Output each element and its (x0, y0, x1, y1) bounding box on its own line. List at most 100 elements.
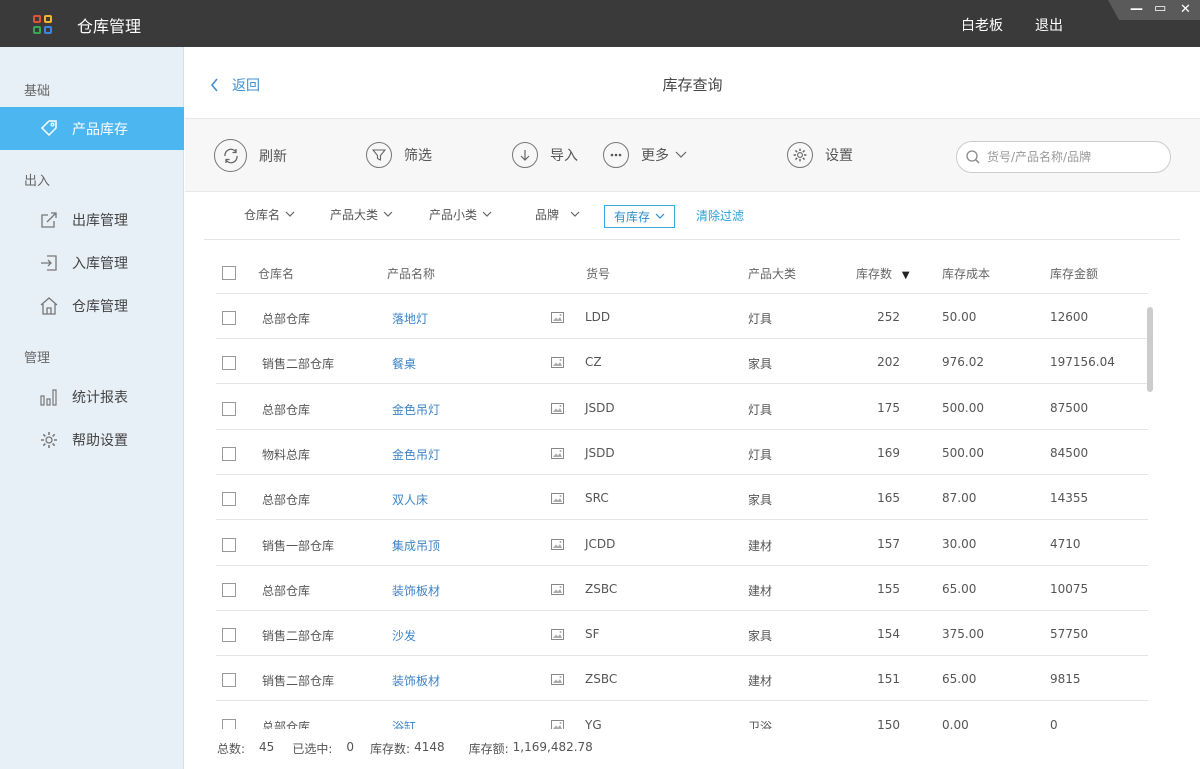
cell-cost: 65.00 (942, 581, 977, 596)
sidebar-item-label: 仓库管理 (72, 298, 128, 315)
user-name[interactable]: 白老板 (961, 15, 1003, 35)
sidebar-item-inbound[interactable]: 入库管理 (0, 241, 184, 284)
row-checkbox[interactable] (222, 537, 236, 552)
filter-button[interactable]: 筛选 (366, 142, 432, 168)
table-row[interactable]: 总部仓库 落地灯 LDD 灯具 252 50.00 12600 (216, 294, 1148, 339)
row-checkbox[interactable] (222, 718, 236, 729)
settings-button[interactable]: 设置 (787, 142, 853, 168)
filter-brand[interactable]: 品牌 (535, 206, 580, 223)
cell-warehouse: 销售一部仓库 (262, 538, 335, 553)
cell-product[interactable]: 集成吊顶 (392, 537, 440, 554)
filter-category[interactable]: 产品大类 (330, 206, 393, 223)
table-row[interactable]: 总部仓库 浴缸 YG 卫浴 150 0.00 0 (216, 702, 1148, 729)
image-icon[interactable] (551, 719, 564, 729)
col-cost[interactable]: 库存成本 (942, 265, 990, 282)
select-all-checkbox[interactable] (222, 266, 236, 280)
cell-stock: 157 (877, 536, 900, 551)
search-input[interactable] (987, 150, 1167, 164)
col-product[interactable]: 产品名称 (387, 265, 435, 282)
image-icon[interactable] (551, 357, 564, 369)
cell-product[interactable]: 沙发 (392, 627, 416, 644)
sidebar-item-product-stock[interactable]: 产品库存 (0, 107, 184, 150)
filter-warehouse[interactable]: 仓库名 (244, 206, 295, 223)
cell-product[interactable]: 落地灯 (392, 310, 428, 327)
col-sku[interactable]: 货号 (586, 265, 610, 282)
clear-filter-link[interactable]: 清除过滤 (696, 207, 744, 224)
filter-in-stock[interactable]: 有库存 (604, 205, 676, 228)
image-icon[interactable] (551, 312, 564, 323)
more-button[interactable]: 更多 (603, 142, 687, 168)
table-row[interactable]: 物料总库 金色吊灯 JSDD 灯具 169 500.00 84500 (216, 430, 1148, 475)
row-checkbox[interactable] (222, 311, 236, 325)
cell-sku: JSDD (585, 400, 615, 415)
cell-product[interactable]: 双人床 (392, 491, 428, 508)
cell-product[interactable]: 装饰板材 (392, 582, 440, 599)
import-button[interactable]: 导入 (512, 142, 578, 168)
cell-warehouse: 总部仓库 (262, 493, 311, 508)
cell-sku: YG (585, 717, 602, 729)
cell-warehouse: 销售二部仓库 (262, 357, 335, 372)
col-stock-label: 库存数 (856, 267, 893, 281)
maximize-icon[interactable]: ▭ (1154, 1, 1166, 16)
col-warehouse[interactable]: 仓库名 (258, 265, 294, 282)
chevron-down-icon (570, 211, 580, 217)
row-checkbox[interactable] (222, 446, 236, 461)
table-row[interactable]: 总部仓库 装饰板材 ZSBC 建材 155 65.00 10075 (216, 566, 1148, 611)
back-button[interactable]: 返回 (210, 75, 260, 95)
sidebar-section-manage: 管理 (24, 351, 51, 366)
cell-cost: 500.00 (942, 445, 984, 460)
row-checkbox[interactable] (222, 628, 236, 643)
row-checkbox[interactable] (222, 356, 236, 371)
logout-button[interactable]: 退出 (1035, 15, 1063, 35)
minimize-icon[interactable]: — (1130, 2, 1143, 17)
filter-subcategory[interactable]: 产品小类 (429, 206, 492, 223)
close-icon[interactable]: ✕ (1180, 2, 1191, 17)
cell-amount: 84500 (1050, 445, 1089, 460)
image-icon[interactable] (551, 674, 564, 686)
cell-product[interactable]: 浴缸 (392, 718, 416, 729)
image-icon[interactable] (551, 402, 564, 414)
cell-product[interactable]: 金色吊灯 (392, 446, 440, 463)
chevron-down-icon (383, 211, 393, 217)
col-category[interactable]: 产品大类 (748, 265, 796, 282)
col-stock[interactable]: 库存数 ▼ (856, 265, 910, 282)
row-checkbox[interactable] (222, 401, 236, 416)
row-checkbox[interactable] (222, 582, 236, 597)
table-row[interactable]: 总部仓库 双人床 SRC 家具 165 87.00 14355 (216, 475, 1148, 521)
col-amount[interactable]: 库存金额 (1050, 265, 1098, 282)
cell-product[interactable]: 金色吊灯 (392, 401, 440, 418)
cell-product[interactable]: 装饰板材 (392, 672, 440, 689)
refresh-button[interactable]: 刷新 (214, 139, 287, 172)
cell-amount: 12600 (1050, 310, 1089, 324)
image-icon[interactable] (551, 629, 564, 641)
sidebar-item-label: 出库管理 (72, 212, 128, 229)
image-icon[interactable] (551, 447, 564, 459)
gear-icon (787, 142, 813, 168)
table-header: 仓库名 产品名称 货号 产品大类 库存数 ▼ 库存成本 库存金额 (216, 252, 1148, 294)
funnel-icon (366, 142, 392, 168)
image-icon[interactable] (551, 583, 564, 595)
sidebar-item-help-settings[interactable]: 帮助设置 (0, 418, 184, 461)
table-row[interactable]: 销售二部仓库 装饰板材 ZSBC 建材 151 65.00 9815 (216, 656, 1148, 702)
cell-category: 灯具 (748, 312, 773, 326)
row-checkbox[interactable] (222, 492, 236, 507)
sidebar-item-reports[interactable]: 统计报表 (0, 375, 184, 418)
table-row[interactable]: 销售二部仓库 餐桌 CZ 家具 202 976.02 197156.04 (216, 339, 1148, 385)
table-row[interactable]: 总部仓库 金色吊灯 JSDD 灯具 175 500.00 87500 (216, 385, 1148, 430)
table-row[interactable]: 销售二部仓库 沙发 SF 家具 154 375.00 57750 (216, 611, 1148, 657)
cell-category: 家具 (748, 629, 773, 644)
cell-stock: 202 (877, 355, 900, 370)
image-icon[interactable] (551, 493, 564, 505)
row-checkbox[interactable] (222, 673, 236, 688)
sort-desc-icon: ▼ (901, 270, 910, 281)
image-icon[interactable] (551, 538, 564, 550)
cell-product[interactable]: 餐桌 (392, 355, 416, 372)
scrollbar[interactable] (1147, 307, 1153, 392)
search-box[interactable] (956, 141, 1171, 173)
sidebar-item-warehouse[interactable]: 仓库管理 (0, 284, 184, 327)
settings-label: 设置 (825, 148, 853, 164)
sidebar-item-label: 帮助设置 (72, 432, 128, 449)
sidebar-item-outbound[interactable]: 出库管理 (0, 198, 184, 241)
table-row[interactable]: 销售一部仓库 集成吊顶 JCDD 建材 157 30.00 4710 (216, 521, 1148, 566)
cell-amount: 14355 (1050, 491, 1089, 506)
